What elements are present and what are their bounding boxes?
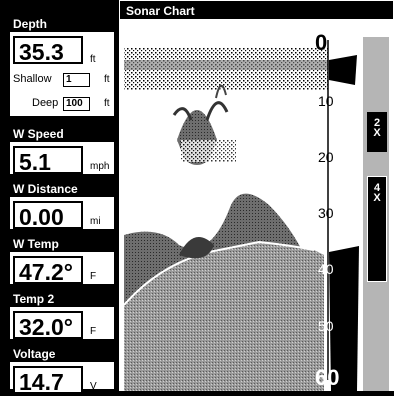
speed-value: 5.1 — [19, 149, 51, 175]
temp2-unit: F — [90, 326, 97, 337]
zoom-2x-button[interactable]: 2 X — [367, 112, 387, 152]
depth-label-0: 0 — [315, 30, 328, 55]
speed-unit: mph — [90, 161, 110, 172]
temp-value: 47.2° — [19, 259, 73, 285]
distance-value: 0.00 — [19, 204, 64, 230]
voltage-unit: V — [90, 381, 97, 392]
depth-label-20: 20 — [318, 149, 334, 165]
voltage-panel[interactable]: Voltage 14.7 V — [8, 344, 116, 394]
depth-value-box: 35.3 — [13, 36, 83, 64]
shallow-input[interactable]: 1 — [63, 73, 90, 87]
sonar-graphic — [119, 20, 394, 391]
speed-panel[interactable]: W Speed 5.1 mph — [8, 124, 116, 176]
distance-title: W Distance — [10, 181, 114, 197]
depth-label-10: 10 — [318, 93, 334, 109]
temp2-title: Temp 2 — [10, 291, 114, 307]
depth-panel[interactable]: Depth 35.3 ft Shallow 1 ft Deep 100 ft — [8, 14, 116, 118]
shallow-unit: ft — [104, 74, 110, 85]
distance-unit: mi — [90, 216, 101, 227]
distance-value-box: 0.00 — [13, 201, 83, 229]
speed-title: W Speed — [10, 126, 114, 142]
distance-panel[interactable]: W Distance 0.00 mi — [8, 179, 116, 231]
temp-unit: F — [90, 271, 97, 282]
speed-value-box: 5.1 — [13, 146, 83, 174]
depth-label-40: 40 — [318, 261, 334, 277]
temp2-value-box: 32.0° — [13, 311, 83, 339]
deep-input[interactable]: 100 — [63, 97, 90, 111]
voltage-value: 14.7 — [19, 369, 64, 395]
sonar-chart[interactable]: 0 10 20 30 40 50 60 — [119, 20, 394, 391]
deep-unit: ft — [104, 98, 110, 109]
zoom-4x-button[interactable]: 4 X — [367, 176, 387, 282]
deep-label: Deep — [32, 97, 59, 109]
depth-title: Depth — [10, 16, 114, 32]
depth-unit: ft — [90, 54, 96, 65]
temp-panel[interactable]: W Temp 47.2° F — [8, 234, 116, 286]
temp2-value: 32.0° — [19, 314, 73, 340]
sidebar: Depth 35.3 ft Shallow 1 ft Deep 100 ft W… — [0, 0, 119, 394]
temp-value-box: 47.2° — [13, 256, 83, 284]
temp2-panel[interactable]: Temp 2 32.0° F — [8, 289, 116, 341]
shallow-label: Shallow — [13, 73, 52, 85]
depth-label-50: 50 — [318, 318, 334, 334]
depth-label-30: 30 — [318, 205, 334, 221]
temp-title: W Temp — [10, 236, 114, 252]
voltage-title: Voltage — [10, 346, 114, 362]
depth-value: 35.3 — [19, 39, 64, 65]
chart-title: Sonar Chart — [119, 0, 394, 20]
depth-label-60: 60 — [315, 365, 340, 390]
voltage-value-box: 14.7 — [13, 366, 83, 394]
